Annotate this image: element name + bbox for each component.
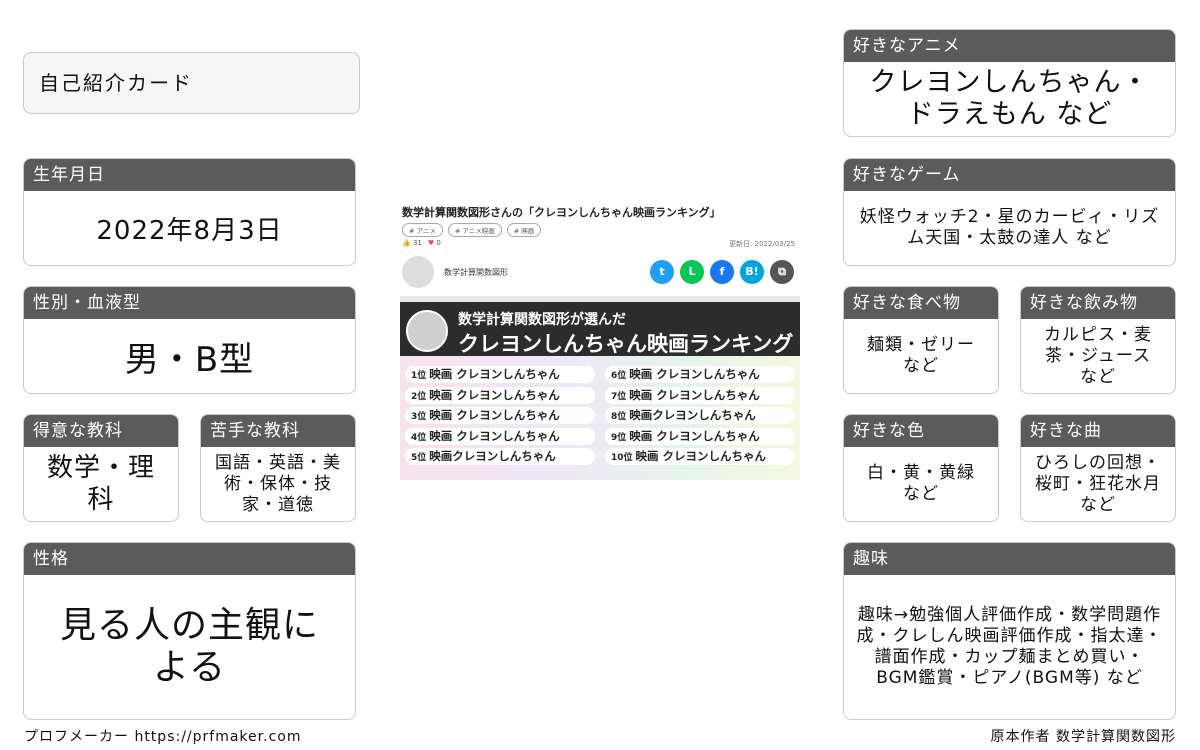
fav-game-card: 好きなゲーム 妖怪ウォッチ2・星のカービィ・リズム天国・太鼓の達人 など bbox=[843, 158, 1176, 266]
rank-item[interactable]: 2位 映画 クレヨンしんちゃん bbox=[405, 386, 595, 404]
fav-game-label: 好きなゲーム bbox=[844, 159, 1175, 191]
twitter-icon[interactable]: t bbox=[650, 260, 674, 284]
banner-avatar bbox=[406, 310, 448, 352]
rank-title: 映画 クレヨンしんちゃん bbox=[629, 428, 760, 443]
rank-number: 2位 bbox=[411, 391, 427, 402]
fav-color-label: 好きな色 bbox=[844, 415, 998, 447]
rank-number: 4位 bbox=[411, 432, 427, 443]
facebook-icon[interactable]: f bbox=[710, 260, 734, 284]
fav-song-value: ひろしの回想・桜町・狂花水月 など bbox=[1035, 452, 1161, 515]
copy-icon[interactable]: ⧉ bbox=[770, 260, 794, 284]
birthday-label: 生年月日 bbox=[24, 159, 355, 191]
updated-date: 更新日: 2022/03/25 bbox=[729, 240, 795, 248]
article-reactions: 👍 31 ♥ 0 bbox=[402, 239, 441, 247]
rank-number: 7位 bbox=[611, 391, 627, 402]
rank-title: 映画 クレヨンしんちゃん bbox=[635, 449, 767, 463]
rank-item[interactable]: 9位 映画 クレヨンしんちゃん bbox=[605, 427, 795, 445]
hobby-value: 趣味→勉強個人評価作成・数学問題作成・クレしん映画評価作成・指太達・譜面作成・カ… bbox=[856, 605, 1163, 688]
rank-item[interactable]: 4位 映画 クレヨンしんちゃん bbox=[405, 427, 595, 445]
rank-number: 3位 bbox=[411, 412, 427, 422]
fav-song-card: 好きな曲 ひろしの回想・桜町・狂花水月 など bbox=[1020, 414, 1176, 522]
hatena-icon[interactable]: B! bbox=[740, 260, 764, 284]
bad-subject-label: 苦手な教科 bbox=[201, 415, 355, 447]
tag-anime[interactable]: # アニメ bbox=[402, 223, 443, 237]
rank-title: 映画 クレヨンしんちゃん bbox=[429, 387, 560, 402]
rank-item[interactable]: 1位 映画 クレヨンしんちゃん bbox=[405, 366, 595, 383]
fav-drink-card: 好きな飲み物 カルピス・麦茶・ジュース など bbox=[1020, 286, 1176, 394]
rank-title: 映画 クレヨンしんちゃん bbox=[429, 408, 560, 422]
rank-number: 1位 bbox=[411, 371, 427, 381]
rank-item[interactable]: 10位 映画 クレヨンしんちゃん bbox=[605, 448, 795, 465]
rank-title: 映画 クレヨンしんちゃん bbox=[429, 367, 560, 381]
like-count[interactable]: 👍 31 bbox=[402, 239, 422, 247]
fav-anime-label: 好きなアニメ bbox=[844, 30, 1175, 62]
fav-food-card: 好きな食べ物 麺類・ゼリー など bbox=[843, 286, 999, 394]
rank-item[interactable]: 3位 映画 クレヨンしんちゃん bbox=[405, 407, 595, 424]
gender-blood-label: 性別・血液型 bbox=[24, 287, 355, 319]
line-icon[interactable]: L bbox=[680, 260, 704, 284]
rank-number: 8位 bbox=[611, 412, 627, 422]
thumbs-up-icon: 👍 bbox=[402, 239, 411, 247]
article-tags: # アニメ # アニメ映画 # 映画 bbox=[402, 223, 542, 237]
rank-title: 映画クレヨンしんちゃん bbox=[629, 408, 756, 422]
fav-game-value: 妖怪ウォッチ2・星のカービィ・リズム天国・太鼓の達人 など bbox=[859, 207, 1160, 248]
tag-anime-movie[interactable]: # アニメ映画 bbox=[447, 223, 502, 237]
fav-food-value: 麺類・ゼリー など bbox=[867, 335, 975, 376]
fav-anime-card: 好きなアニメ クレヨンしんちゃん・ドラえもん など bbox=[843, 29, 1176, 137]
rank-item[interactable]: 8位 映画クレヨンしんちゃん bbox=[605, 407, 795, 424]
title-card: 自己紹介カード bbox=[23, 52, 360, 114]
personality-value: 見る人の主観による bbox=[59, 605, 319, 688]
good-subject-card: 得意な教科 数学・理科 bbox=[23, 414, 179, 522]
ranking-banner: 数学計算関数図形が選んだ クレヨンしんちゃん映画ランキング bbox=[400, 296, 800, 356]
fav-song-label: 好きな曲 bbox=[1021, 415, 1175, 447]
bad-subject-card: 苦手な教科 国語・英語・美術・保体・技家・道徳 bbox=[200, 414, 356, 522]
rank-number: 5位 bbox=[411, 453, 427, 463]
ranking-article-screenshot[interactable]: 数学計算関数図形さんの「クレヨンしんちゃん映画ランキング」 # アニメ # アニ… bbox=[400, 198, 800, 480]
fav-anime-value: クレヨンしんちゃん・ドラえもん など bbox=[869, 67, 1150, 130]
gender-blood-value: 男・B型 bbox=[124, 339, 255, 380]
good-subject-value: 数学・理科 bbox=[46, 453, 155, 515]
rank-number: 9位 bbox=[611, 432, 627, 443]
birthday-value: 2022年8月3日 bbox=[96, 215, 283, 246]
footer-credit[interactable]: プロフメーカー https://prfmaker.com bbox=[24, 726, 301, 746]
rank-item[interactable]: 6位 映画 クレヨンしんちゃん bbox=[605, 366, 795, 383]
good-subject-label: 得意な教科 bbox=[24, 415, 178, 447]
rank-title: 映画 クレヨンしんちゃん bbox=[629, 387, 760, 402]
personality-card: 性格 見る人の主観による bbox=[23, 542, 356, 720]
birthday-card: 生年月日 2022年8月3日 bbox=[23, 158, 356, 266]
rank-title: 映画 クレヨンしんちゃん bbox=[429, 428, 560, 443]
fav-drink-label: 好きな飲み物 bbox=[1021, 287, 1175, 319]
article-title[interactable]: 数学計算関数図形さんの「クレヨンしんちゃん映画ランキング」 bbox=[402, 204, 721, 220]
rank-number: 10位 bbox=[611, 453, 633, 463]
hobby-label: 趣味 bbox=[844, 543, 1175, 575]
gender-blood-card: 性別・血液型 男・B型 bbox=[23, 286, 356, 394]
rank-title: 映画 クレヨンしんちゃん bbox=[629, 367, 760, 381]
rank-number: 6位 bbox=[611, 371, 627, 381]
tag-movie[interactable]: # 映画 bbox=[506, 223, 542, 237]
fav-color-card: 好きな色 白・黄・黄緑 など bbox=[843, 414, 999, 522]
ranking-list: 1位 映画 クレヨンしんちゃん 2位 映画 クレヨンしんちゃん 3位 映画 クレヨンしんち… bbox=[400, 356, 800, 480]
bad-subject-value: 国語・英語・美術・保体・技家・道徳 bbox=[215, 452, 341, 515]
banner-title: クレヨンしんちゃん映画ランキング bbox=[458, 332, 794, 356]
author-avatar[interactable] bbox=[402, 256, 434, 288]
rank-item[interactable]: 5位 映画クレヨンしんちゃん bbox=[405, 448, 595, 465]
hobby-card: 趣味 趣味→勉強個人評価作成・数学問題作成・クレしん映画評価作成・指太達・譜面作… bbox=[843, 542, 1176, 720]
fav-drink-value: カルピス・麦茶・ジュース など bbox=[1044, 324, 1152, 387]
fav-food-label: 好きな食べ物 bbox=[844, 287, 998, 319]
heart-count[interactable]: ♥ 0 bbox=[428, 239, 441, 247]
heart-icon: ♥ bbox=[427, 239, 435, 247]
banner-subtitle: 数学計算関数図形が選んだ bbox=[458, 312, 626, 328]
personality-label: 性格 bbox=[24, 543, 355, 575]
footer-author: 原本作者 数学計算関数図形 bbox=[990, 729, 1176, 745]
author-name[interactable]: 数学計算関数図形 bbox=[444, 267, 508, 278]
rank-title: 映画クレヨンしんちゃん bbox=[429, 449, 556, 463]
fav-color-value: 白・黄・黄緑 など bbox=[867, 463, 975, 504]
rank-item[interactable]: 7位 映画 クレヨンしんちゃん bbox=[605, 386, 795, 404]
